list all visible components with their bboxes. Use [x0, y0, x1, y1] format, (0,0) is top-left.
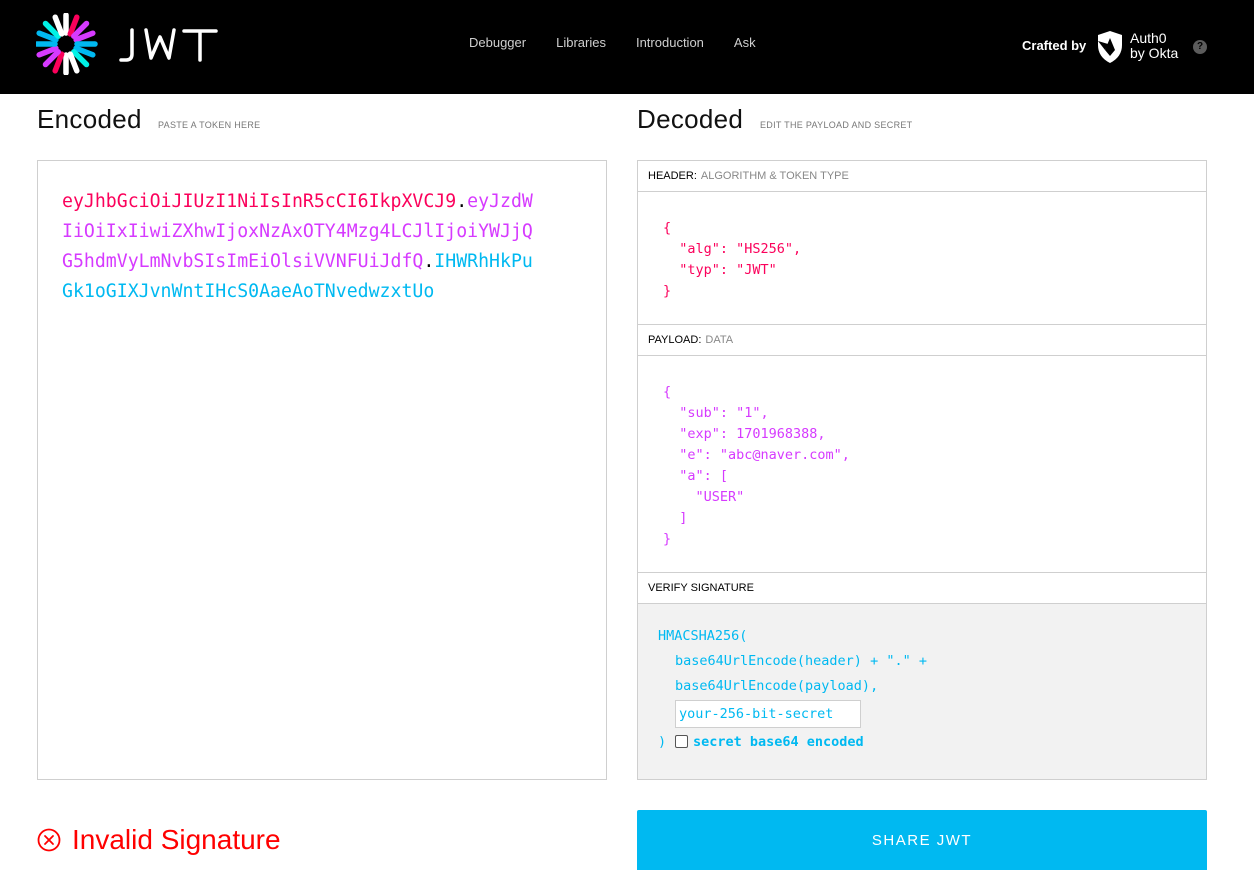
- base64-checkbox[interactable]: [675, 735, 688, 748]
- verify-section-label: VERIFY SIGNATURE: [648, 582, 754, 594]
- header-json-editor[interactable]: { "alg": "HS256", "typ": "JWT" }: [663, 218, 801, 302]
- decoded-panel: HEADER: ALGORITHM & TOKEN TYPE { "alg": "…: [637, 160, 1207, 780]
- nav-libraries[interactable]: Libraries: [556, 35, 606, 50]
- token-header-part: eyJhbGciOiJIUzI1NiIsInR5cCI6IkpXVCJ9: [62, 191, 457, 212]
- verify-line-header: base64UrlEncode(header) + "." +: [675, 653, 927, 669]
- decoded-title: Decoded: [637, 104, 744, 134]
- verify-signature-body: HMACSHA256( base64UrlEncode(header) + ".…: [638, 604, 1206, 779]
- encoded-subtitle: PASTE A TOKEN HERE: [158, 120, 261, 130]
- payload-section-sub: DATA: [705, 334, 734, 346]
- token-text[interactable]: eyJhbGciOiJIUzI1NiIsInR5cCI6IkpXVCJ9.eyJ…: [62, 187, 542, 307]
- nav-introduction[interactable]: Introduction: [636, 35, 704, 50]
- jwt-logo[interactable]: [36, 13, 221, 75]
- verify-line-hmac: HMACSHA256(: [658, 628, 748, 644]
- jwt-flower-icon: [36, 13, 218, 75]
- decoded-subtitle: EDIT THE PAYLOAD AND SECRET: [760, 120, 913, 130]
- auth0-shield-icon[interactable]: [1096, 30, 1124, 69]
- token-dot: .: [456, 191, 468, 212]
- top-navbar: Debugger Libraries Introduction Ask Craf…: [0, 0, 1254, 94]
- share-jwt-button[interactable]: SHARE JWT: [637, 810, 1207, 870]
- verify-close-paren: ): [658, 734, 667, 750]
- nav-ask[interactable]: Ask: [734, 35, 756, 50]
- signature-status: Invalid Signature: [37, 824, 281, 856]
- encoded-token-editor[interactable]: eyJhbGciOiJIUzI1NiIsInR5cCI6IkpXVCJ9.eyJ…: [37, 160, 607, 780]
- crafted-by-label: Crafted by: [1022, 38, 1087, 53]
- auth0-okta-logo[interactable]: Auth0 by Okta: [1130, 31, 1178, 61]
- main-nav: Debugger Libraries Introduction Ask: [469, 35, 756, 50]
- base64-label[interactable]: secret base64 encoded: [693, 734, 864, 750]
- brand-line1: Auth0: [1130, 30, 1167, 46]
- verify-section-title: VERIFY SIGNATURE: [638, 573, 1206, 604]
- token-dot: .: [423, 251, 435, 272]
- header-section-title: HEADER: ALGORITHM & TOKEN TYPE: [638, 161, 1206, 192]
- payload-section-title: PAYLOAD: DATA: [638, 325, 1206, 356]
- payload-section-label: PAYLOAD:: [648, 334, 702, 346]
- nav-debugger[interactable]: Debugger: [469, 35, 526, 50]
- help-icon[interactable]: ?: [1193, 40, 1207, 54]
- invalid-x-circle-icon: [37, 828, 61, 852]
- encoded-title: Encoded: [37, 104, 142, 134]
- payload-json-editor[interactable]: { "sub": "1", "exp": 1701968388, "e": "a…: [663, 382, 850, 550]
- secret-input[interactable]: your-256-bit-secret: [675, 700, 861, 728]
- invalid-signature-text: Invalid Signature: [72, 824, 281, 855]
- header-section-sub: ALGORITHM & TOKEN TYPE: [700, 170, 849, 182]
- header-section-label: HEADER:: [648, 170, 697, 182]
- brand-line2: by Okta: [1130, 45, 1179, 61]
- verify-line-payload: base64UrlEncode(payload),: [675, 678, 879, 694]
